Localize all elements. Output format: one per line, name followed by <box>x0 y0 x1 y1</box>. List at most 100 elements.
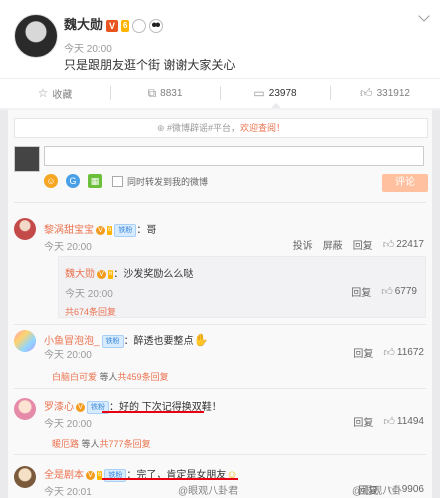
level-badge: 6 <box>121 19 130 32</box>
comment-text: ：哥 <box>136 225 157 236</box>
watermark-left: @眼观八卦君 <box>178 486 239 497</box>
weibo-post: 魏大勋 V 6 今天 20:00 只是跟朋友逛个街 谢谢大家关心 ☆ 收藏 ⧉ 8831… <box>0 0 440 108</box>
favorite-button[interactable]: ☆ 收藏 <box>0 79 110 107</box>
reply-time[interactable]: 今天 20:00 <box>65 285 113 300</box>
divider <box>14 454 426 455</box>
gif-icon[interactable]: G <box>66 174 80 188</box>
reply-mid-text: 等人 <box>81 439 100 449</box>
commenter-avatar[interactable] <box>14 218 36 240</box>
notice-icon: ⊕ <box>156 123 167 133</box>
thumbs-up-icon[interactable]: 👍︎ <box>383 238 395 251</box>
report-link[interactable]: 投诉 <box>293 237 313 252</box>
more-replies-link[interactable]: 暖厄路 等人共777条回复 <box>52 437 151 450</box>
vip-badge: V <box>97 269 106 279</box>
commenter-name[interactable]: 黎涡甜宝宝 <box>44 225 94 236</box>
level-badge: 6 <box>107 225 113 235</box>
commenter-avatar[interactable] <box>14 398 36 420</box>
author-name[interactable]: 魏大勋 <box>64 17 103 32</box>
reply-link[interactable]: 回复 <box>351 284 371 299</box>
divider <box>14 388 426 389</box>
fan-tag: 铁粉 <box>114 223 137 237</box>
active-caret <box>271 103 281 108</box>
repost-checkbox[interactable] <box>112 175 123 187</box>
block-link[interactable]: 屏蔽 <box>323 237 343 252</box>
thumbs-up-icon: 👍︎ <box>360 85 373 100</box>
reply-actions: 回复 👍︎ 6779 <box>341 284 417 299</box>
thumbs-up-icon[interactable]: 👍︎ <box>383 346 395 359</box>
thumbs-up-icon[interactable]: 👍︎ <box>383 415 395 428</box>
comment-panel-inner: ⊕ #微博辟谣#平台，欢迎查阅！ ☺ G ▦ 同时转发到我的微博 评论 黎涡甜宝… <box>8 110 432 498</box>
reply-author[interactable]: 魏大勋 <box>65 269 95 280</box>
red-underline-annotation <box>102 411 204 413</box>
commenter-avatar[interactable] <box>14 330 36 352</box>
vip-badge: V <box>86 470 95 480</box>
like-button[interactable]: 👍︎ 331912 <box>330 79 440 107</box>
reply-user-name[interactable]: 暖厄路 <box>52 439 79 449</box>
comment-panel: ⊕ #微博辟谣#平台，欢迎查阅！ ☺ G ▦ 同时转发到我的微博 评论 黎涡甜宝… <box>0 110 440 498</box>
repost-button[interactable]: ⧉ 8831 <box>110 79 220 107</box>
notice-text: #微博辟谣#平台， <box>167 123 241 133</box>
divider <box>14 202 426 203</box>
comment-actions: 投诉 屏蔽 回复 👍︎ 22417 <box>283 237 424 252</box>
reply-count[interactable]: 共459条回复 <box>118 372 169 382</box>
divider <box>14 324 426 325</box>
comment-time[interactable]: 今天 20:00 <box>44 238 92 253</box>
author-avatar[interactable] <box>14 14 58 58</box>
comment-like-count: 9906 <box>401 484 424 495</box>
star-icon: ☆ <box>37 86 49 100</box>
rumor-notice: ⊕ #微博辟谣#平台，欢迎查阅！ <box>14 118 428 138</box>
comment-like-count: 11494 <box>396 416 424 427</box>
repost-count: 8831 <box>160 87 183 99</box>
reply-user-name[interactable]: 白脑白可爱 <box>52 372 97 382</box>
panda-icon <box>149 18 164 33</box>
thumbs-up-icon[interactable]: 👍︎ <box>381 285 393 298</box>
my-avatar <box>14 146 40 172</box>
reply-box: 魏大勋 V 6：沙发奖励么么哒 今天 20:00 回复 👍︎ 6779 共674条回复 <box>58 256 426 318</box>
comment-like-count: 22417 <box>396 239 424 250</box>
comment-actions: 回复 👍︎ 11494 <box>343 414 424 429</box>
vip-badge: V <box>96 225 105 235</box>
reply-link[interactable]: 回复 <box>353 345 373 360</box>
comment-row-1-header: 黎涡甜宝宝 V 6 铁粉 ：哥 <box>44 221 156 237</box>
chevron-down-icon[interactable] <box>418 10 430 22</box>
post-text: 只是跟朋友逛个街 谢谢大家关心 <box>64 58 236 72</box>
comment-text: ：醉透也要整点 <box>123 336 194 347</box>
commenter-avatar[interactable] <box>14 466 36 488</box>
comment-icon: ▭ <box>253 86 265 100</box>
compose-toolbar: ☺ G ▦ 同时转发到我的微博 <box>44 174 208 188</box>
red-underline-annotation <box>102 478 238 480</box>
commenter-name[interactable]: 全是剧本 <box>44 470 84 481</box>
reply-text: ：沙发奖励么么哒 <box>113 269 194 280</box>
repost-icon: ⧉ <box>147 85 157 100</box>
reply-mid-text: 等人 <box>99 372 118 382</box>
reply-link[interactable]: 回复 <box>353 414 373 429</box>
reply-like-count: 6779 <box>394 286 417 297</box>
medal-icon <box>132 18 147 33</box>
commenter-name[interactable]: 罗漆心 <box>44 402 74 413</box>
sub-reply-header: 魏大勋 V 6：沙发奖励么么哒 <box>65 265 193 280</box>
fan-tag: 铁粉 <box>101 334 124 348</box>
more-replies-link[interactable]: 共674条回复 <box>65 305 116 318</box>
watermark-right: @眼观八卦 <box>352 486 403 497</box>
post-action-bar: ☆ 收藏 ⧉ 8831 ▭ 23978 👍︎ 331912 <box>0 78 440 108</box>
clap-emoji-icon: ✋ <box>193 333 209 347</box>
reply-count[interactable]: 共777条回复 <box>100 439 151 449</box>
favorite-label: 收藏 <box>52 89 73 101</box>
more-replies-link[interactable]: 白脑白可爱 等人共459条回复 <box>52 370 169 383</box>
reply-link[interactable]: 回复 <box>353 237 373 252</box>
comment-time[interactable]: 今天 20:00 <box>44 346 92 361</box>
post-time[interactable]: 今天 20:00 <box>64 40 112 55</box>
comment-count: 23978 <box>268 87 297 99</box>
like-count: 331912 <box>376 87 410 99</box>
emoji-icon[interactable]: ☺ <box>44 174 58 188</box>
comment-input[interactable] <box>44 146 424 166</box>
submit-comment-button[interactable]: 评论 <box>382 174 428 192</box>
comment-button[interactable]: ▭ 23978 <box>220 79 330 108</box>
comment-time[interactable]: 今天 20:01 <box>44 483 92 498</box>
comment-time[interactable]: 今天 20:00 <box>44 415 92 430</box>
vip-badge: V <box>76 402 85 412</box>
image-icon[interactable]: ▦ <box>88 174 102 188</box>
notice-link[interactable]: 欢迎查阅！ <box>240 123 285 133</box>
comment-like-count: 11672 <box>396 347 424 358</box>
verified-badge: V <box>106 19 119 32</box>
